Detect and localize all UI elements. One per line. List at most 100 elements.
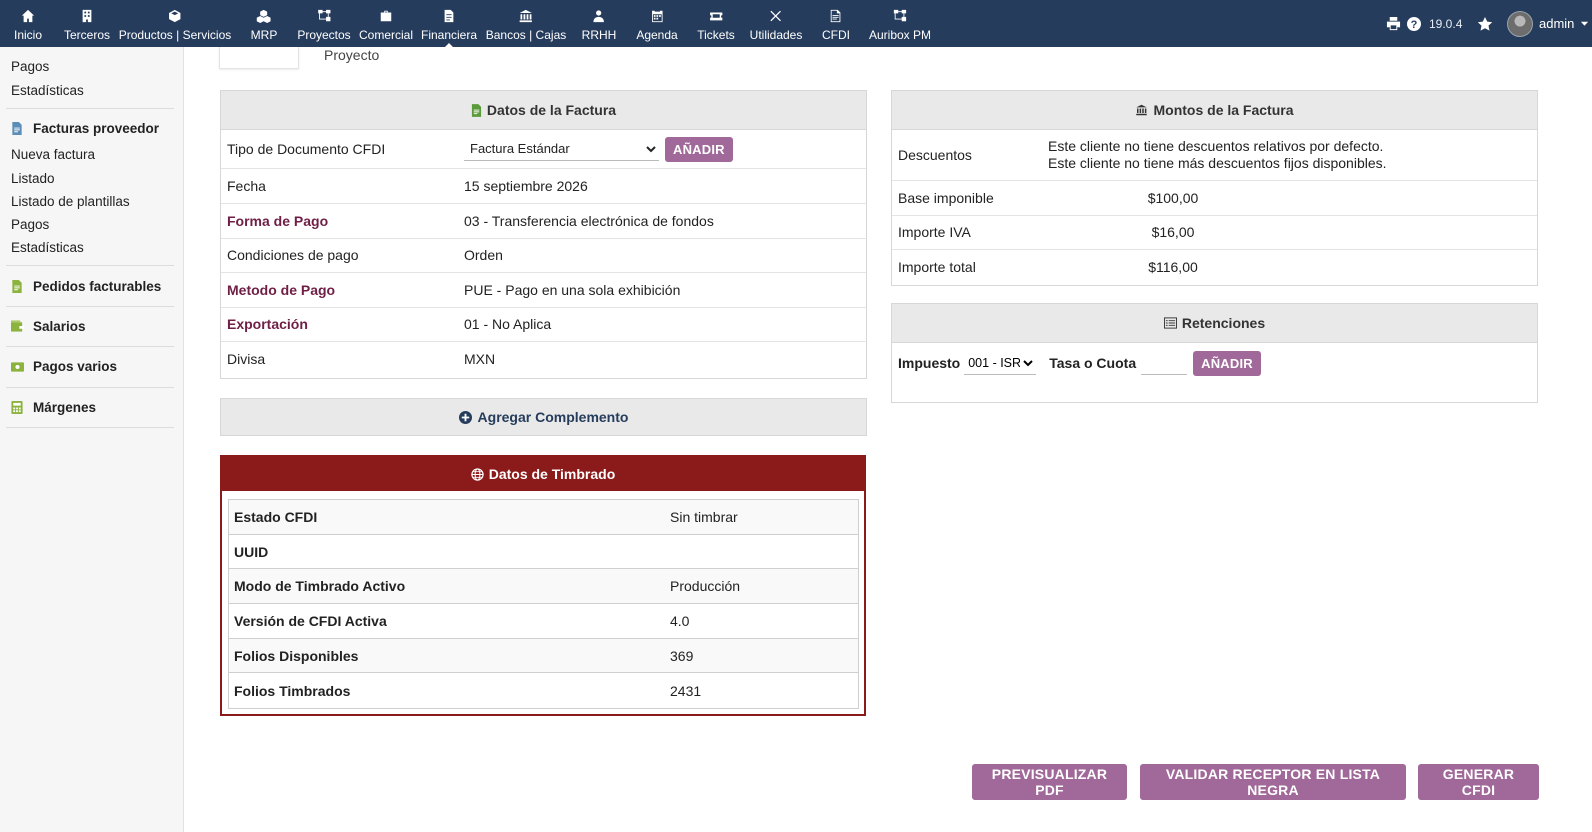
nav-utilidades[interactable]: Utilidades	[750, 0, 802, 47]
generar-cfdi-button[interactable]: GENERAR CFDI	[1418, 764, 1539, 800]
row-value: 4.0	[670, 612, 690, 629]
fecha-row: Fecha 15 septiembre 2026	[221, 169, 866, 204]
condiciones-pago-row: Condiciones de pago Orden	[221, 239, 866, 273]
nav-label: Bancos | Cajas	[485, 28, 567, 42]
chevron-down-icon	[1581, 21, 1589, 26]
top-navigation-bar: Inicio Terceros Productos | Servicios MR…	[0, 0, 1592, 48]
nav-mrp[interactable]: MRP	[250, 0, 278, 47]
field-label: Descuentos	[898, 147, 972, 163]
nav-label: MRP	[250, 28, 278, 42]
sidebar-divider	[6, 306, 174, 307]
field-label: Condiciones de pago	[227, 247, 359, 264]
nav-terceros[interactable]: Terceros	[64, 0, 110, 47]
invoice-icon	[11, 280, 24, 293]
money-icon	[11, 360, 24, 373]
nav-label: CFDI	[822, 28, 850, 42]
nav-comercial[interactable]: Comercial	[359, 0, 413, 47]
panel-title: Montos de la Factura	[1153, 102, 1294, 118]
sidebar-item-listado[interactable]: Listado	[11, 171, 55, 186]
main-content: Proyecto Datos de la Factura Tipo de Doc…	[185, 47, 1592, 832]
nav-label: Terceros	[63, 28, 111, 42]
sidebar-section-margenes[interactable]: Márgenes	[11, 400, 96, 415]
list-icon	[1163, 317, 1177, 329]
sidebar-section-pagos-varios[interactable]: Pagos varios	[11, 359, 117, 374]
field-value: 15 septiembre 2026	[464, 178, 588, 194]
bank-icon	[1136, 104, 1148, 116]
datos-factura-panel: Datos de la Factura Tipo de Documento CF…	[220, 90, 867, 379]
version-text: 19.0.4	[1429, 16, 1463, 31]
sidebar-item-nueva-factura[interactable]: Nueva factura	[11, 147, 95, 162]
nav-rrhh[interactable]: RRHH	[582, 0, 616, 47]
agregar-complemento-button[interactable]: Agregar Complemento	[220, 398, 867, 436]
nav-tickets[interactable]: Tickets	[697, 0, 735, 47]
sidebar-item-listado-plantillas[interactable]: Listado de plantillas	[11, 194, 130, 209]
descuentos-note: Este cliente no tiene más descuentos fij…	[1048, 155, 1387, 171]
impuesto-select[interactable]: 001 - ISR	[964, 351, 1037, 375]
field-label[interactable]: Metodo de Pago	[227, 282, 464, 298]
invoice-icon	[421, 9, 477, 23]
plus-circle-icon	[458, 410, 472, 424]
add-document-button[interactable]: AÑADIR	[665, 136, 733, 162]
table-row: Modo de Timbrado Activo Producción	[229, 569, 858, 605]
panel-title: Datos de Timbrado	[488, 466, 616, 482]
field-label: Importe total	[898, 259, 976, 276]
field-value: $100,00	[1147, 189, 1199, 206]
impuesto-label: Impuesto	[898, 355, 961, 371]
metodo-pago-row[interactable]: Metodo de Pago PUE - Pago en una sola ex…	[221, 273, 866, 308]
preview-pdf-button[interactable]: PREVISUALIZAR PDF	[972, 764, 1127, 800]
montos-factura-panel: Montos de la Factura Descuentos Este cli…	[891, 90, 1538, 286]
print-icon[interactable]	[1386, 0, 1401, 47]
field-label[interactable]: Exportación	[227, 316, 464, 332]
help-icon[interactable]: ?	[1406, 0, 1422, 47]
bank-icon	[486, 9, 567, 23]
validar-receptor-button[interactable]: VALIDAR RECEPTOR EN LISTA NEGRA	[1140, 764, 1406, 800]
sidebar-item-estadisticas[interactable]: Estadísticas	[11, 240, 84, 255]
sidebar-item-pagos[interactable]: Pagos	[11, 59, 49, 74]
nav-inicio[interactable]: Inicio	[14, 0, 42, 47]
sitemap-icon	[869, 9, 931, 23]
sidebar-section-pedidos-facturables[interactable]: Pedidos facturables	[11, 279, 161, 294]
sidebar-item-estadisticas[interactable]: Estadísticas	[11, 83, 84, 98]
exportacion-row[interactable]: Exportación 01 - No Aplica	[221, 308, 866, 342]
nav-label: Tickets	[697, 28, 735, 42]
sidebar-section-title: Facturas proveedor	[33, 121, 160, 136]
invoice-icon	[11, 122, 24, 135]
field-label: Divisa	[227, 351, 266, 368]
sidebar-item-pagos[interactable]: Pagos	[11, 217, 49, 232]
home-icon	[14, 9, 42, 23]
nav-bancos-cajas[interactable]: Bancos | Cajas	[485, 0, 567, 47]
nav-productos-servicios[interactable]: Productos | Servicios	[118, 0, 232, 47]
divisa-row: Divisa MXN	[221, 342, 866, 377]
nav-proyectos[interactable]: Proyectos	[297, 0, 351, 47]
field-label: Fecha	[227, 178, 266, 194]
briefcase-icon	[359, 9, 413, 23]
nav-financiera[interactable]: Financiera	[421, 0, 477, 48]
tipo-documento-select[interactable]: Factura Estándar	[464, 137, 659, 161]
row-label: Folios Timbrados	[234, 682, 351, 699]
sidebar-section-facturas-proveedor[interactable]: Facturas proveedor	[11, 121, 159, 136]
globe-icon	[471, 467, 484, 481]
sidebar-divider	[6, 387, 174, 388]
field-label[interactable]: Forma de Pago	[227, 213, 464, 229]
user-menu[interactable]: admin	[1507, 0, 1589, 47]
nav-cfdi[interactable]: CFDI	[822, 0, 850, 47]
panel-header: Retenciones	[892, 304, 1537, 343]
table-row: Versión de CFDI Activa 4.0	[229, 604, 858, 639]
nav-auribox-pm[interactable]: Auribox PM	[869, 0, 931, 47]
bookmark-star-icon[interactable]	[1477, 0, 1493, 47]
add-retencion-button[interactable]: AÑADIR	[1193, 350, 1261, 376]
panel-header: Datos de Timbrado	[222, 457, 864, 491]
sidebar-divider	[6, 108, 174, 109]
building-icon	[64, 9, 110, 23]
ticket-icon	[697, 9, 735, 23]
calendar-icon	[636, 9, 677, 23]
forma-pago-row[interactable]: Forma de Pago 03 - Transferencia electró…	[221, 204, 866, 239]
cubes-icon	[251, 9, 278, 23]
nav-label: Productos | Servicios	[118, 28, 232, 42]
importe-total-row: Importe total $116,00	[892, 250, 1537, 285]
field-value: PUE - Pago en una sola exhibición	[464, 281, 681, 298]
sidebar-section-salarios[interactable]: Salarios	[11, 319, 86, 334]
nav-label: Proyectos	[297, 28, 351, 42]
tasa-input[interactable]	[1141, 351, 1188, 375]
nav-agenda[interactable]: Agenda	[636, 0, 678, 47]
